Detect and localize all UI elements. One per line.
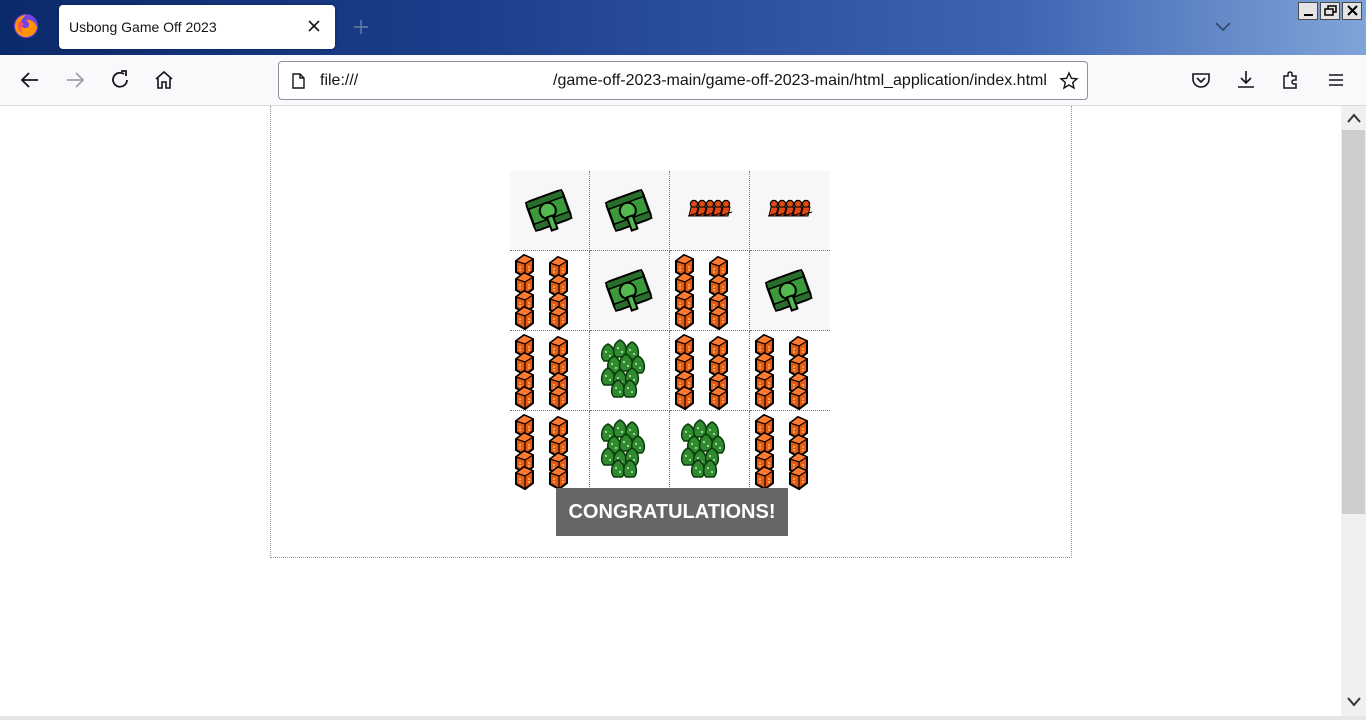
url-scheme: file:/// (320, 72, 359, 89)
board-cell-buildings[interactable] (750, 411, 830, 491)
board-cell-trees[interactable] (590, 411, 670, 491)
url-redacted-segment (367, 69, 553, 91)
scroll-down-arrow-icon[interactable] (1347, 696, 1361, 708)
new-tab-plus-icon[interactable] (350, 16, 372, 38)
window-close-button[interactable] (1342, 2, 1362, 20)
restore-button[interactable] (1320, 2, 1340, 20)
chevron-down-icon[interactable] (1213, 18, 1233, 34)
game-board[interactable] (510, 171, 830, 491)
board-cell-tank[interactable] (590, 251, 670, 331)
board-cell-tank[interactable] (750, 251, 830, 331)
page-viewport: CONGRATULATIONS! (0, 106, 1341, 716)
board-cell-trees[interactable] (590, 331, 670, 411)
bookmark-star-icon[interactable] (1059, 71, 1079, 91)
tank-tile-icon (604, 188, 653, 232)
board-cell-buildings[interactable] (670, 251, 750, 331)
buildings-tile-icon (754, 333, 809, 411)
address-bar[interactable]: file:/// /game-off-2023-main/game-off-20… (278, 61, 1088, 100)
buildings-tile-icon (514, 413, 569, 491)
board-cell-tank[interactable] (510, 171, 590, 251)
scroll-up-arrow-icon[interactable] (1347, 112, 1361, 124)
tab-title: Usbong Game Off 2023 (69, 19, 217, 35)
trees-tile-icon (600, 339, 646, 398)
board-cell-buildings[interactable] (510, 331, 590, 411)
title-bar: Usbong Game Off 2023 (0, 0, 1366, 55)
buildings-tile-icon (674, 333, 729, 411)
trees-tile-icon (680, 419, 726, 478)
board-cell-soldiers[interactable] (750, 171, 830, 251)
navigation-toolbar: file:/// /game-off-2023-main/game-off-20… (0, 55, 1366, 106)
board-cell-soldiers[interactable] (670, 171, 750, 251)
url-path: /game-off-2023-main/game-off-2023-main/h… (553, 72, 1047, 89)
buildings-tile-icon (514, 333, 569, 411)
board-cell-buildings[interactable] (510, 411, 590, 491)
buildings-tile-icon (754, 413, 809, 491)
buildings-tile-icon (674, 253, 729, 331)
forward-arrow-icon[interactable] (62, 67, 88, 93)
board-cell-buildings[interactable] (670, 331, 750, 411)
scrollbar-thumb[interactable] (1342, 130, 1365, 514)
soldiers-tile-icon (687, 199, 733, 217)
window-bottom-edge (0, 716, 1366, 720)
close-icon[interactable] (305, 17, 323, 35)
vertical-scrollbar[interactable] (1341, 106, 1366, 716)
reload-icon[interactable] (107, 67, 133, 93)
congratulations-message: CONGRATULATIONS! (556, 488, 788, 536)
board-cell-buildings[interactable] (750, 331, 830, 411)
firefox-logo-icon[interactable] (13, 13, 39, 39)
restore-icon (1324, 5, 1337, 16)
tank-tile-icon (764, 268, 813, 312)
trees-tile-icon (600, 419, 646, 478)
buildings-tile-icon (514, 253, 569, 331)
board-cell-trees[interactable] (670, 411, 750, 491)
tank-tile-icon (604, 268, 653, 312)
extensions-puzzle-icon[interactable] (1278, 67, 1304, 93)
tab-active[interactable]: Usbong Game Off 2023 (59, 5, 335, 49)
soldiers-tile-icon (767, 199, 813, 217)
close-icon (1347, 5, 1358, 16)
pocket-icon[interactable] (1188, 67, 1214, 93)
board-cell-buildings[interactable] (510, 251, 590, 331)
minimize-button[interactable] (1298, 2, 1318, 20)
board-cell-tank[interactable] (590, 171, 670, 251)
home-icon[interactable] (151, 67, 177, 93)
page-icon (292, 73, 305, 89)
minimize-icon (1304, 14, 1313, 16)
tank-tile-icon (524, 188, 573, 232)
hamburger-menu-icon[interactable] (1323, 67, 1349, 93)
download-icon[interactable] (1233, 67, 1259, 93)
back-arrow-icon[interactable] (17, 67, 43, 93)
